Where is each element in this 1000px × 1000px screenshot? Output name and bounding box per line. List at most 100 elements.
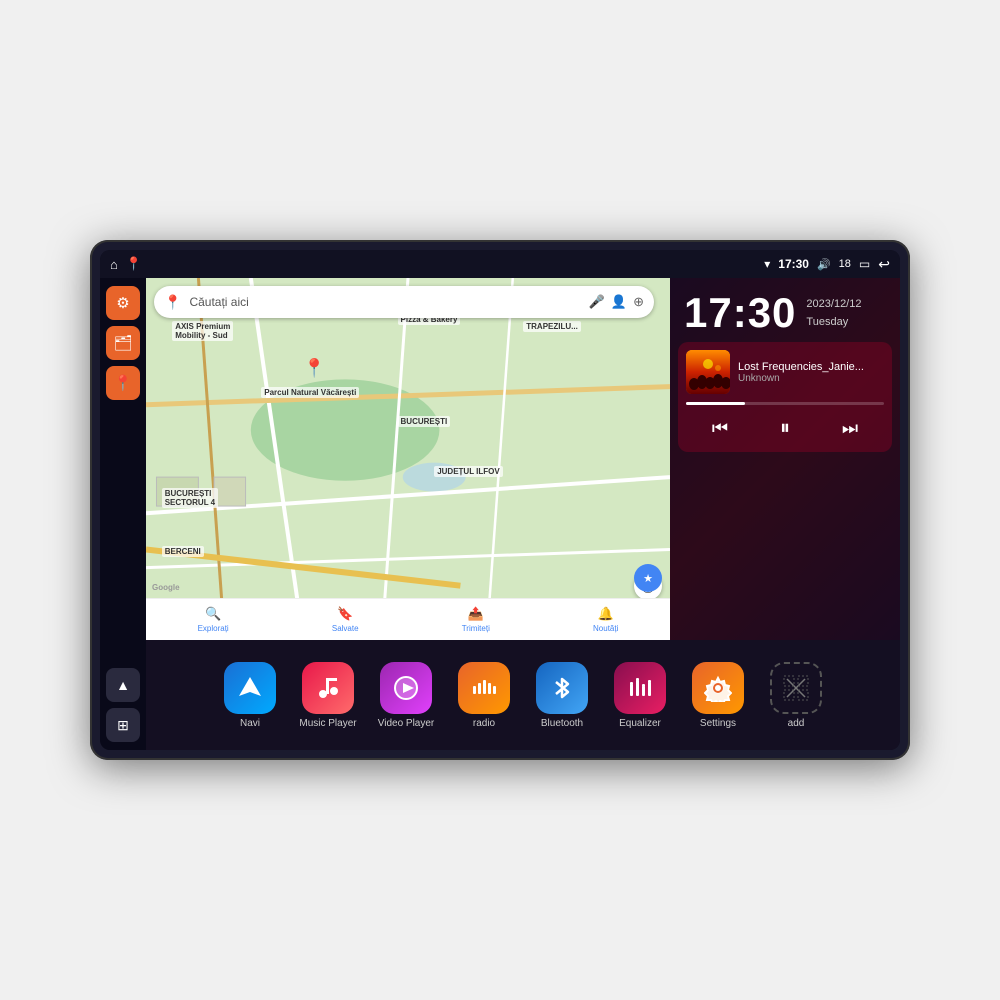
- sidebar-settings-btn[interactable]: ⚙: [106, 286, 140, 320]
- app-radio[interactable]: radio: [448, 662, 520, 729]
- music-artist: Unknown: [738, 373, 884, 384]
- map-search-icons: 🎤 👤 ⊕: [589, 294, 644, 310]
- video-player-label: Video Player: [378, 718, 435, 729]
- info-panel: 17:30 2023/12/12 Tuesday: [670, 278, 900, 640]
- map-label-axis: AXIS PremiumMobility - Sud: [172, 321, 233, 341]
- music-text: Lost Frequencies_Janie... Unknown: [738, 361, 884, 384]
- files-icon: 🗂: [113, 334, 132, 352]
- music-player-icon: [302, 662, 354, 714]
- account-icon[interactable]: 👤: [611, 294, 627, 310]
- map-label-buc: BUCUREȘTI: [398, 416, 451, 427]
- status-bar: ⌂ 📍 ▾ 17:30 🔊 18 ▭ ↩: [100, 250, 900, 278]
- video-player-icon: [380, 662, 432, 714]
- saved-icon: 🔖: [337, 606, 353, 622]
- map-panel[interactable]: AXIS PremiumMobility - Sud Pizza & Baker…: [146, 278, 670, 640]
- play-btn-svg: [392, 674, 420, 702]
- settings-app-label: Settings: [700, 718, 736, 729]
- music-note-svg: [314, 674, 342, 702]
- music-controls: ⏮ ⏸ ⏭: [686, 413, 884, 444]
- mic-icon[interactable]: 🎤: [589, 294, 605, 310]
- clock-section: 17:30 2023/12/12 Tuesday: [670, 278, 900, 342]
- map-star-btn[interactable]: ★: [634, 564, 662, 592]
- news-icon: 🔔: [598, 606, 614, 622]
- music-player-label: Music Player: [299, 718, 356, 729]
- prev-button[interactable]: ⏮: [704, 414, 736, 443]
- settings-app-icon: [692, 662, 744, 714]
- volume-icon: 🔊: [817, 258, 831, 271]
- map-label-park: Parcul Natural Văcărești: [261, 387, 359, 398]
- clock-date-line1: 2023/12/12: [806, 296, 861, 314]
- add-svg: [782, 674, 810, 702]
- settings-icon: ⚙: [116, 294, 129, 312]
- google-maps-icon: 📍: [164, 294, 181, 311]
- top-section: AXIS PremiumMobility - Sud Pizza & Baker…: [146, 278, 900, 640]
- album-art-svg: [686, 350, 730, 394]
- main-area: ⚙ 🗂 📍 ▲ ⊞: [100, 278, 900, 750]
- map-tab-explore[interactable]: 🔍 Explorați: [198, 606, 229, 633]
- equalizer-icon: [614, 662, 666, 714]
- layers-icon[interactable]: ⊕: [633, 294, 644, 310]
- screen: ⌂ 📍 ▾ 17:30 🔊 18 ▭ ↩ ⚙ 🗂: [100, 250, 900, 750]
- nav-arrow-icon: ▲: [116, 677, 130, 693]
- pause-button[interactable]: ⏸: [772, 413, 798, 444]
- map-label-ilfov: JUDEȚUL ILFOV: [434, 466, 503, 477]
- app-video-player[interactable]: Video Player: [370, 662, 442, 729]
- battery-level: 18: [839, 258, 851, 270]
- grid-icon: ⊞: [117, 717, 129, 734]
- app-equalizer[interactable]: Equalizer: [604, 662, 676, 729]
- app-settings[interactable]: Settings: [682, 662, 754, 729]
- google-logo: Google: [152, 583, 180, 592]
- radio-wave-svg: [470, 674, 498, 702]
- radio-icon: [458, 662, 510, 714]
- bluetooth-svg: [548, 674, 576, 702]
- content-area: AXIS PremiumMobility - Sud Pizza & Baker…: [146, 278, 900, 750]
- app-grid: Navi Music Player: [156, 662, 890, 729]
- map-label-s4: BUCUREȘTISECTORUL 4: [162, 488, 218, 508]
- map-icon: 📍: [114, 374, 133, 392]
- app-music-player[interactable]: Music Player: [292, 662, 364, 729]
- bluetooth-icon-box: [536, 662, 588, 714]
- navi-arrow-svg: [236, 674, 264, 702]
- next-button[interactable]: ⏭: [834, 414, 866, 443]
- map-label-berceni: BERCENI: [162, 546, 204, 557]
- app-add[interactable]: add: [760, 662, 832, 729]
- map-pin: 📍: [303, 358, 325, 379]
- music-section: Lost Frequencies_Janie... Unknown ⏮ ⏸ ⏭: [678, 342, 892, 452]
- map-tab-share-label: Trimiteți: [462, 624, 490, 633]
- music-progress-fill: [686, 402, 745, 405]
- sidebar-map-btn[interactable]: 📍: [106, 366, 140, 400]
- sidebar-files-btn[interactable]: 🗂: [106, 326, 140, 360]
- equalizer-label: Equalizer: [619, 718, 661, 729]
- sidebar-nav-btn[interactable]: ▲: [106, 668, 140, 702]
- music-info: Lost Frequencies_Janie... Unknown: [686, 350, 884, 394]
- app-bluetooth[interactable]: Bluetooth: [526, 662, 598, 729]
- home-icon[interactable]: ⌂: [110, 257, 118, 272]
- add-icon: [770, 662, 822, 714]
- status-time: 17:30: [778, 257, 809, 271]
- map-background: AXIS PremiumMobility - Sud Pizza & Baker…: [146, 278, 670, 640]
- map-tab-saved[interactable]: 🔖 Salvate: [332, 606, 359, 633]
- sidebar-spacer: [106, 406, 140, 662]
- explore-icon: 🔍: [205, 606, 221, 622]
- add-label: add: [788, 718, 805, 729]
- sidebar-apps-btn[interactable]: ⊞: [106, 708, 140, 742]
- map-tab-share[interactable]: 📤 Trimiteți: [462, 606, 490, 633]
- gear-svg: [704, 674, 732, 702]
- sidebar: ⚙ 🗂 📍 ▲ ⊞: [100, 278, 146, 750]
- radio-label: radio: [473, 718, 495, 729]
- back-icon[interactable]: ↩: [878, 256, 890, 273]
- app-grid-section: Navi Music Player: [146, 640, 900, 750]
- app-navi[interactable]: Navi: [214, 662, 286, 729]
- map-tab-saved-label: Salvate: [332, 624, 359, 633]
- battery-icon: ▭: [859, 257, 870, 271]
- status-bar-right: ▾ 17:30 🔊 18 ▭ ↩: [764, 256, 890, 273]
- status-bar-left: ⌂ 📍: [110, 256, 142, 272]
- bluetooth-label: Bluetooth: [541, 718, 583, 729]
- map-tab-news[interactable]: 🔔 Noutăți: [593, 606, 618, 633]
- clock-date: 2023/12/12 Tuesday: [806, 292, 861, 331]
- navi-label: Navi: [240, 718, 260, 729]
- map-search-bar[interactable]: 📍 Căutați aici 🎤 👤 ⊕: [154, 286, 654, 318]
- map-pin-icon[interactable]: 📍: [126, 256, 142, 272]
- map-tabs: 🔍 Explorați 🔖 Salvate 📤 Trimiteți: [146, 598, 670, 640]
- device-shell: ⌂ 📍 ▾ 17:30 🔊 18 ▭ ↩ ⚙ 🗂: [90, 240, 910, 760]
